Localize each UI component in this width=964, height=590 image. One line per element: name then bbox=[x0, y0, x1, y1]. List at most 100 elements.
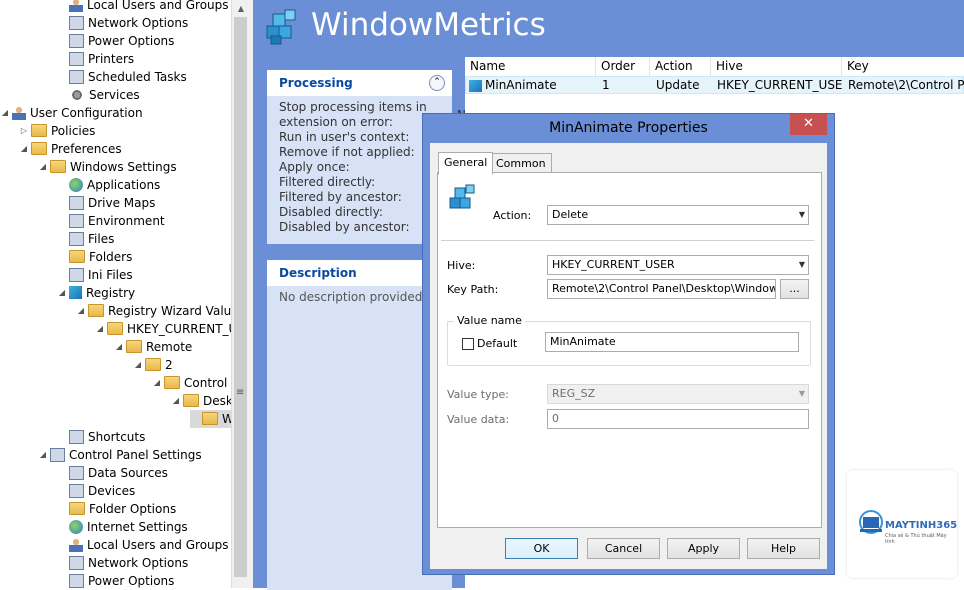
column-header-hive[interactable]: Hive bbox=[711, 57, 842, 76]
expanded-arrow-icon[interactable]: ◢ bbox=[152, 374, 162, 392]
cancel-button[interactable]: Cancel bbox=[587, 538, 660, 559]
expanded-arrow-icon[interactable]: ◢ bbox=[133, 356, 143, 374]
tree-item[interactable]: ◢ Windows Settings bbox=[38, 158, 177, 176]
tree-item[interactable]: Power Options bbox=[57, 572, 174, 588]
tree-item-label: Folder Options bbox=[89, 502, 177, 516]
browse-button[interactable]: ... bbox=[780, 279, 809, 299]
tree-item[interactable]: Environment bbox=[57, 212, 165, 230]
value-name-input[interactable]: MinAnimate bbox=[545, 332, 799, 352]
expanded-arrow-icon[interactable]: ◢ bbox=[0, 104, 10, 122]
processing-line: Disabled by ancestor: bbox=[279, 220, 410, 234]
tree-item[interactable]: ◢ Preferences bbox=[19, 140, 122, 158]
tree-item[interactable]: Local Users and Groups bbox=[57, 0, 229, 14]
hive-select[interactable]: HKEY_CURRENT_USER ▼ bbox=[547, 255, 809, 275]
folder-icon bbox=[31, 124, 47, 137]
tree-item[interactable]: Ini Files bbox=[57, 266, 133, 284]
folders-icon bbox=[69, 250, 85, 263]
tree-item-label: Shortcuts bbox=[88, 430, 146, 444]
processing-line: Filtered directly: bbox=[279, 175, 376, 189]
tree-scrollbar[interactable]: ▲ ≡ bbox=[231, 0, 250, 588]
watermark-tagline: Chia sẻ & Thủ thuật Máy tính bbox=[885, 533, 947, 545]
registry-cubes-icon bbox=[266, 9, 296, 45]
row-order: 1 bbox=[602, 78, 610, 92]
expanded-arrow-icon[interactable]: ◢ bbox=[38, 158, 48, 176]
tree-item[interactable]: Files bbox=[57, 230, 114, 248]
tree-item[interactable]: Local Users and Groups bbox=[57, 536, 229, 554]
power-icon bbox=[69, 573, 84, 588]
tab-general[interactable]: General bbox=[438, 152, 494, 175]
tree-item[interactable]: ◢ HKEY_CURRENT_USER bbox=[95, 320, 231, 338]
value-type-select[interactable]: REG_SZ ▼ bbox=[547, 384, 809, 404]
tree-item-label: Remote bbox=[146, 340, 193, 354]
chevron-down-icon: ▼ bbox=[798, 260, 805, 269]
tree-item[interactable]: ◢ Registry bbox=[57, 284, 135, 302]
tree-item[interactable]: Shortcuts bbox=[57, 428, 145, 446]
processing-header[interactable]: Processing ⌃ bbox=[267, 70, 452, 96]
action-value: Delete bbox=[552, 208, 589, 221]
tree-item-label: Network Options bbox=[88, 556, 189, 570]
expanded-arrow-icon[interactable]: ◢ bbox=[76, 302, 86, 320]
keypath-input[interactable]: Remote\2\Control Panel\Desktop\WindowMet… bbox=[547, 279, 776, 299]
help-button[interactable]: Help bbox=[747, 538, 820, 559]
tree-item[interactable]: ◢ User Configuration bbox=[0, 104, 143, 122]
close-button[interactable]: ✕ bbox=[790, 114, 827, 135]
registry-item-icon bbox=[469, 79, 482, 92]
row-action: Update bbox=[656, 78, 700, 92]
collapse-chevron-icon[interactable]: ⌃ bbox=[429, 75, 445, 91]
value-name-group: Value name Default MinAnimate bbox=[447, 314, 811, 366]
laptop-logo-icon bbox=[859, 510, 883, 534]
column-header-order[interactable]: Order bbox=[596, 57, 650, 76]
scroll-up-arrow-icon[interactable]: ▲ bbox=[232, 0, 250, 17]
tree-item-label: Data Sources bbox=[88, 466, 168, 480]
tree-item[interactable]: Network Options bbox=[57, 14, 188, 32]
tree-item[interactable]: Devices bbox=[57, 482, 135, 500]
tree-item[interactable]: Data Sources bbox=[57, 464, 168, 482]
tree-item-label: Devices bbox=[88, 484, 136, 498]
expanded-arrow-icon[interactable]: ◢ bbox=[171, 392, 181, 410]
default-checkbox[interactable] bbox=[462, 338, 474, 350]
tree-item[interactable]: Services bbox=[57, 86, 140, 104]
column-header-action[interactable]: Action bbox=[650, 57, 711, 76]
dialog-titlebar[interactable]: MinAnimate Properties ✕ bbox=[423, 114, 834, 143]
ok-button[interactable]: OK bbox=[505, 538, 578, 559]
expanded-arrow-icon[interactable]: ◢ bbox=[38, 446, 48, 464]
tree-item[interactable]: Applications bbox=[57, 176, 160, 194]
tree-item[interactable]: Power Options bbox=[57, 32, 174, 50]
action-select[interactable]: Delete ▼ bbox=[547, 205, 809, 225]
expanded-arrow-icon[interactable]: ◢ bbox=[19, 140, 29, 158]
tree-item[interactable]: Network Options bbox=[57, 554, 188, 572]
tree-item[interactable]: ◢ Remote bbox=[114, 338, 192, 356]
tree-item[interactable]: Drive Maps bbox=[57, 194, 155, 212]
tree-item[interactable]: ◢ Deskt bbox=[171, 392, 231, 410]
tree-item[interactable]: Folders bbox=[57, 248, 132, 266]
tree-item[interactable]: W bbox=[190, 410, 231, 428]
tree-item[interactable]: ◢ Registry Wizard Values bbox=[76, 302, 231, 320]
tree-item[interactable]: ▷ Policies bbox=[19, 122, 95, 140]
value-data-input[interactable]: 0 bbox=[547, 409, 809, 429]
datasources-icon bbox=[69, 465, 84, 480]
tree-item-label: 2 bbox=[165, 358, 173, 372]
apply-button[interactable]: Apply bbox=[667, 538, 740, 559]
scrollbar-thumb[interactable] bbox=[234, 17, 247, 577]
tree-item[interactable]: Folder Options bbox=[57, 500, 176, 518]
general-tab-page: Action: Delete ▼ Hive: HKEY_CURRENT_USER ▼… bbox=[437, 172, 822, 528]
expanded-arrow-icon[interactable]: ◢ bbox=[114, 338, 124, 356]
keypath-label: Key Path: bbox=[447, 283, 499, 296]
tree-item[interactable]: ◢ 2 bbox=[133, 356, 173, 374]
expanded-arrow-icon[interactable]: ◢ bbox=[57, 284, 67, 302]
tree-item[interactable]: Internet Settings bbox=[57, 518, 188, 536]
tree-item[interactable]: Scheduled Tasks bbox=[57, 68, 187, 86]
folder-icon bbox=[31, 142, 47, 155]
tree-item[interactable]: ◢ Control Panel Settings bbox=[38, 446, 202, 464]
column-header-name[interactable]: Name bbox=[465, 57, 596, 76]
expanded-arrow-icon[interactable]: ◢ bbox=[95, 320, 105, 338]
processing-line: Filtered by ancestor: bbox=[279, 190, 402, 204]
tab-common[interactable]: Common bbox=[490, 153, 552, 174]
tree-item[interactable]: ◢ Control P bbox=[152, 374, 231, 392]
watermark-logo: MAYTINH365 Chia sẻ & Thủ thuật Máy tính bbox=[847, 470, 957, 578]
collapsed-arrow-icon[interactable]: ▷ bbox=[19, 122, 29, 140]
list-row[interactable]: MinAnimate 1 Update HKEY_CURRENT_USER Re… bbox=[465, 76, 964, 94]
column-header-key[interactable]: Key bbox=[842, 57, 964, 76]
tree-item-label: Drive Maps bbox=[88, 196, 156, 210]
tree-item[interactable]: Printers bbox=[57, 50, 134, 68]
